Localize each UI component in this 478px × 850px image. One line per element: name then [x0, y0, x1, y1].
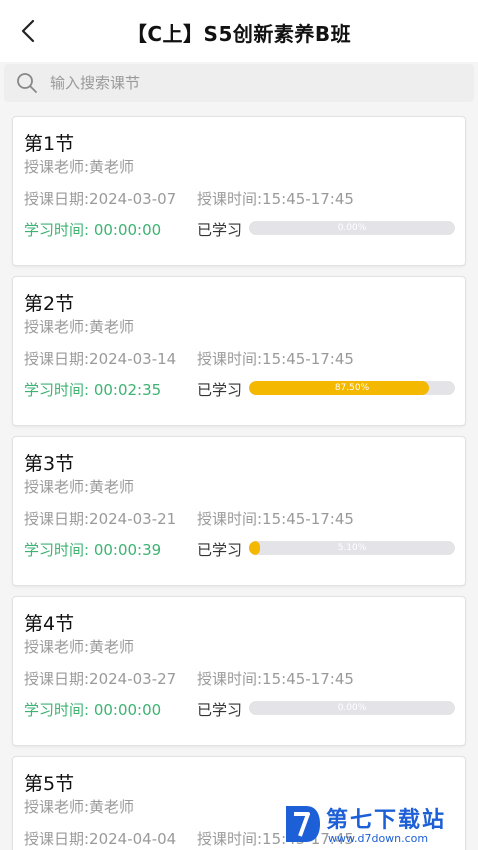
- lesson-teacher: 授课老师:黄老师: [24, 798, 135, 816]
- study-time: 学习时间: 00:00:00: [24, 221, 162, 239]
- lesson-teacher: 授课老师:黄老师: [24, 158, 135, 176]
- lesson-title: 第1节: [24, 133, 75, 155]
- progress-bar: 87.50%: [249, 381, 455, 395]
- page-title: 【C上】S5创新素养B班: [126, 22, 352, 46]
- lesson-teacher: 授课老师:黄老师: [24, 478, 135, 496]
- lesson-teacher: 授课老师:黄老师: [24, 638, 135, 656]
- watermark-url: www.d7down.com: [328, 832, 429, 845]
- lesson-time: 授课时间:15:45-17:45: [197, 510, 354, 528]
- lesson-card[interactable]: 第4节 授课老师:黄老师 授课日期:2024-03-27 授课时间:15:45-…: [12, 596, 466, 746]
- lesson-date: 授课日期:2024-03-27: [24, 670, 177, 688]
- learned-label: 已学习: [197, 381, 243, 399]
- lesson-date: 授课日期:2024-03-21: [24, 510, 177, 528]
- lesson-date: 授课日期:2024-03-14: [24, 350, 177, 368]
- learned-label: 已学习: [197, 221, 243, 239]
- progress-text: 5.10%: [337, 543, 367, 553]
- lesson-time: 授课时间:15:45-17:45: [197, 190, 354, 208]
- study-time: 学习时间: 00:00:00: [24, 701, 162, 719]
- lesson-card[interactable]: 第2节 授课老师:黄老师 授课日期:2024-03-14 授课时间:15:45-…: [12, 276, 466, 426]
- progress-bar: 5.10%: [249, 541, 455, 555]
- lesson-title: 第3节: [24, 453, 75, 475]
- search-icon: [17, 73, 37, 93]
- study-time: 学习时间: 00:02:35: [24, 381, 162, 399]
- lesson-title: 第5节: [24, 773, 75, 795]
- d7down-logo-icon: [286, 806, 320, 842]
- lesson-teacher: 授课老师:黄老师: [24, 318, 135, 336]
- lesson-title: 第2节: [24, 293, 75, 315]
- progress-bar: 0.00%: [249, 701, 455, 715]
- lesson-date: 授课日期:2024-04-04: [24, 830, 177, 848]
- lesson-card[interactable]: 第1节 授课老师:黄老师 授课日期:2024-03-07 授课时间:15:45-…: [12, 116, 466, 266]
- search-bar[interactable]: [4, 64, 474, 102]
- study-time: 学习时间: 00:00:39: [24, 541, 162, 559]
- lesson-time: 授课时间:15:45-17:45: [197, 350, 354, 368]
- progress-bar: 0.00%: [249, 221, 455, 235]
- watermark: 第七下载站 www.d7down.com: [282, 798, 478, 850]
- progress-text: 0.00%: [337, 703, 367, 713]
- lesson-card[interactable]: 第3节 授课老师:黄老师 授课日期:2024-03-21 授课时间:15:45-…: [12, 436, 466, 586]
- search-input[interactable]: [50, 68, 450, 98]
- progress-text: 87.50%: [334, 383, 370, 393]
- learned-label: 已学习: [197, 701, 243, 719]
- progress-text: 0.00%: [337, 223, 367, 233]
- learned-label: 已学习: [197, 541, 243, 559]
- lesson-date: 授课日期:2024-03-07: [24, 190, 177, 208]
- lesson-time: 授课时间:15:45-17:45: [197, 670, 354, 688]
- lesson-title: 第4节: [24, 613, 75, 635]
- watermark-name: 第七下载站: [326, 808, 447, 833]
- header-bar: 【C上】S5创新素养B班: [0, 0, 478, 62]
